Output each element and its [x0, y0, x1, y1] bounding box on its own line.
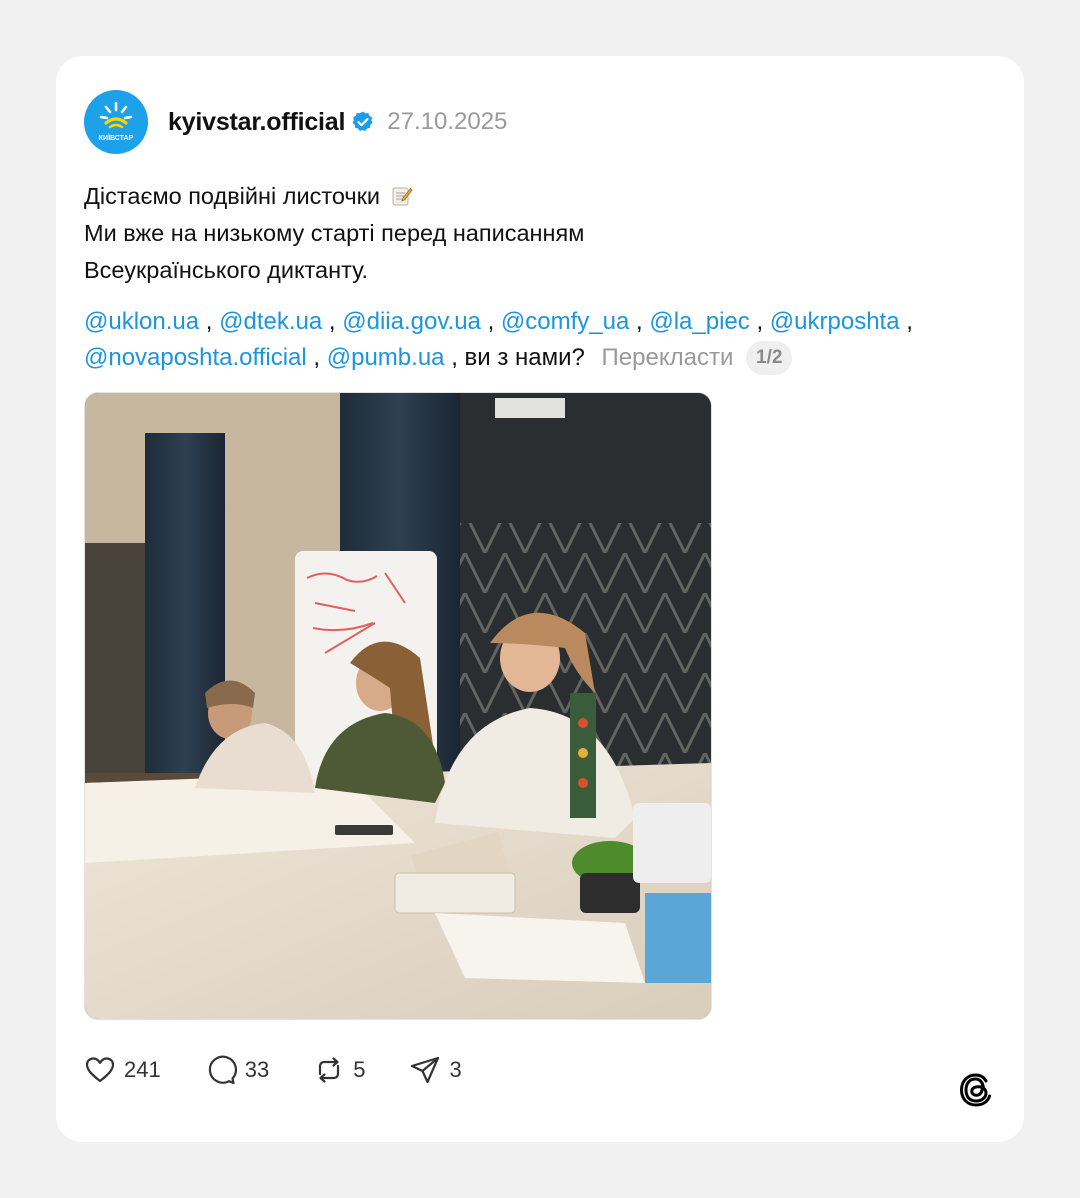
mention-link[interactable]: @dtek.ua [219, 308, 322, 335]
post-mentions: @uklon.ua , @dtek.ua , @diia.gov.ua , @c… [84, 304, 1004, 376]
avatar-brand-text: КИЇВСТАР [99, 134, 134, 142]
mention-link[interactable]: @comfy_ua [501, 308, 629, 335]
threads-logo-icon [956, 1070, 996, 1110]
heart-icon [84, 1054, 116, 1086]
post-date: 27.10.2025 [387, 108, 508, 135]
username[interactable]: kyivstar.official [168, 108, 345, 137]
mention-separator: , [205, 308, 213, 335]
comment-button[interactable]: 33 [205, 1054, 269, 1086]
repost-button[interactable]: 5 [313, 1054, 365, 1086]
post-header: КИЇВСТАР kyivstar.official 27.10.2025 [84, 90, 507, 154]
paper-plane-icon [409, 1054, 441, 1086]
comment-bubble-icon [205, 1054, 237, 1086]
post-text-line-1: Дістаємо подвійні листочки [84, 178, 984, 215]
repost-count: 5 [353, 1057, 366, 1082]
post-actions: 241 33 5 3 [84, 1052, 506, 1088]
mention-separator: , [906, 308, 913, 335]
mention-separator: , [487, 308, 495, 335]
mention-link[interactable]: @diia.gov.ua [342, 308, 481, 335]
mention-link[interactable]: @ukrposhta [770, 308, 900, 335]
post-question: , ви з нами? [451, 344, 585, 371]
mention-separator: , [756, 308, 764, 335]
kyivstar-logo-icon: КИЇВСТАР [99, 101, 134, 142]
mention-link[interactable]: @pumb.ua [327, 344, 445, 371]
verified-badge-icon [351, 110, 375, 134]
repost-icon [313, 1054, 345, 1086]
comment-count: 33 [244, 1057, 270, 1082]
mention-link[interactable]: @la_piec [649, 308, 749, 335]
translate-link[interactable]: Перекласти [602, 344, 734, 371]
mention-separator: , [328, 308, 336, 335]
like-button[interactable]: 241 [84, 1054, 161, 1086]
post-text-line-2: Ми вже на низькому старті перед написанн… [84, 220, 585, 246]
post-text-line-3: Всеукраїнського диктанту. [84, 257, 369, 283]
carousel-pager-badge: 1/2 [746, 341, 793, 375]
share-button[interactable]: 3 [409, 1054, 462, 1086]
post-text-line-1-content: Дістаємо подвійні листочки [84, 183, 381, 209]
share-count: 3 [449, 1057, 462, 1082]
post-text: Дістаємо подвійні листочки Ми вже на низ… [84, 178, 984, 289]
mention-link[interactable]: @novaposhta.official [84, 344, 307, 371]
threads-post-card: КИЇВСТАР kyivstar.official 27.10.2025 Ді… [56, 56, 1024, 1142]
mention-link[interactable]: @uklon.ua [84, 308, 199, 335]
like-count: 241 [124, 1057, 161, 1082]
mention-separator: , [636, 308, 643, 335]
mention-separator: , [313, 344, 321, 371]
memo-emoji-icon [391, 181, 413, 206]
post-photo[interactable] [84, 392, 712, 1020]
avatar[interactable]: КИЇВСТАР [84, 90, 148, 154]
